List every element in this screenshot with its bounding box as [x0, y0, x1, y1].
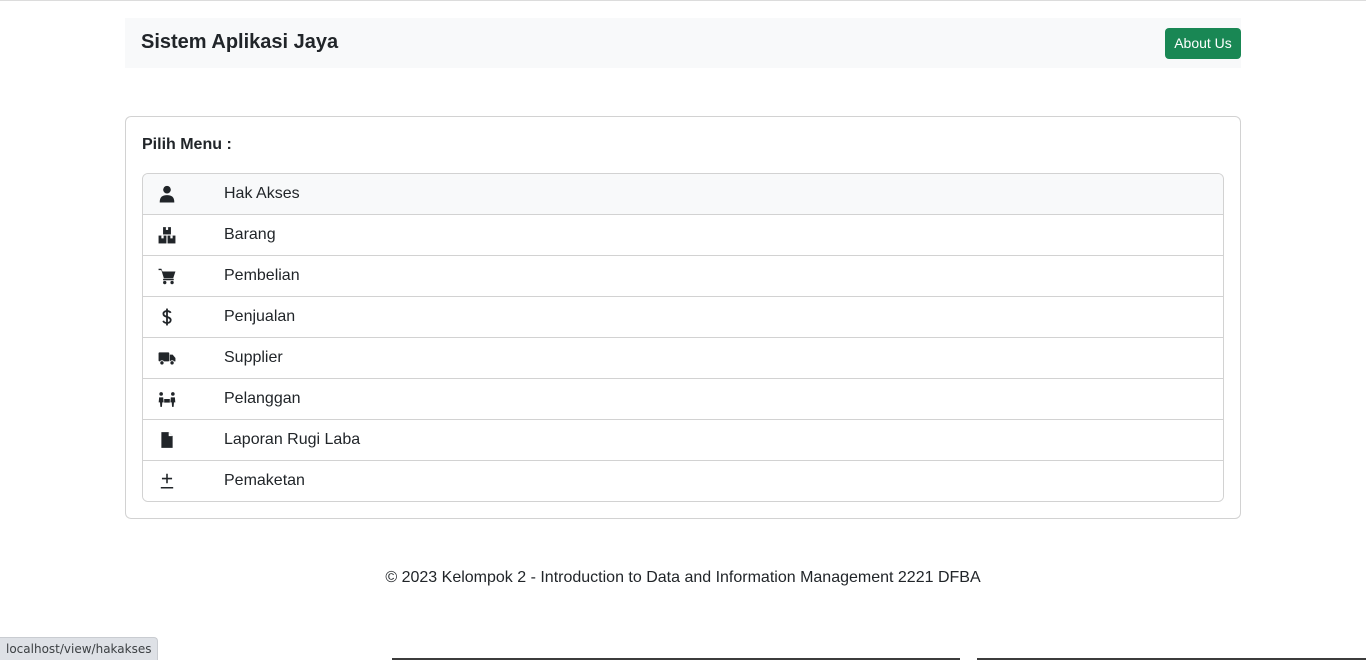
card-title: Pilih Menu : — [142, 136, 232, 153]
navbar: Sistem Aplikasi Jaya About Us — [125, 18, 1241, 68]
menu-item-pembelian[interactable]: Pembelian — [143, 255, 1223, 296]
menu-item-pelanggan[interactable]: Pelanggan — [143, 378, 1223, 419]
menu-item-barang[interactable]: Barang — [143, 214, 1223, 255]
menu-item-penjualan[interactable]: Penjualan — [143, 296, 1223, 337]
file-icon — [158, 431, 176, 449]
about-us-button[interactable]: About Us — [1165, 28, 1241, 59]
menu-item-label: Barang — [224, 226, 276, 243]
menu-item-hak-akses[interactable]: Hak Akses — [143, 174, 1223, 214]
browser-status-url: localhost/view/hakakses — [0, 637, 159, 660]
app-brand[interactable]: Sistem Aplikasi Jaya — [141, 31, 338, 54]
menu-item-label: Supplier — [224, 349, 283, 366]
menu-card: Pilih Menu : Hak Akses Barang Pembelian … — [125, 116, 1241, 519]
menu-item-supplier[interactable]: Supplier — [143, 337, 1223, 378]
dollar-icon — [158, 308, 176, 326]
truck-icon — [158, 349, 176, 367]
menu-item-label: Penjualan — [224, 308, 296, 325]
cart-icon — [158, 267, 176, 285]
boxes-icon — [158, 226, 176, 244]
menu-item-pemaketan[interactable]: Pemaketan — [143, 460, 1223, 501]
menu-item-label: Pemaketan — [224, 472, 305, 489]
menu-list: Hak Akses Barang Pembelian Penjualan Sup… — [142, 173, 1224, 502]
menu-item-label: Pelanggan — [224, 390, 301, 407]
browser-top-border — [0, 0, 1366, 1]
user-icon — [158, 185, 176, 203]
menu-item-label: Pembelian — [224, 267, 300, 284]
plus-minus-icon — [158, 472, 176, 490]
menu-item-laporan-rugi-laba[interactable]: Laporan Rugi Laba — [143, 419, 1223, 460]
menu-item-label: Hak Akses — [224, 185, 300, 202]
menu-item-label: Laporan Rugi Laba — [224, 431, 361, 448]
footer-copyright: © 2023 Kelompok 2 - Introduction to Data… — [385, 569, 981, 586]
people-icon — [158, 390, 176, 408]
